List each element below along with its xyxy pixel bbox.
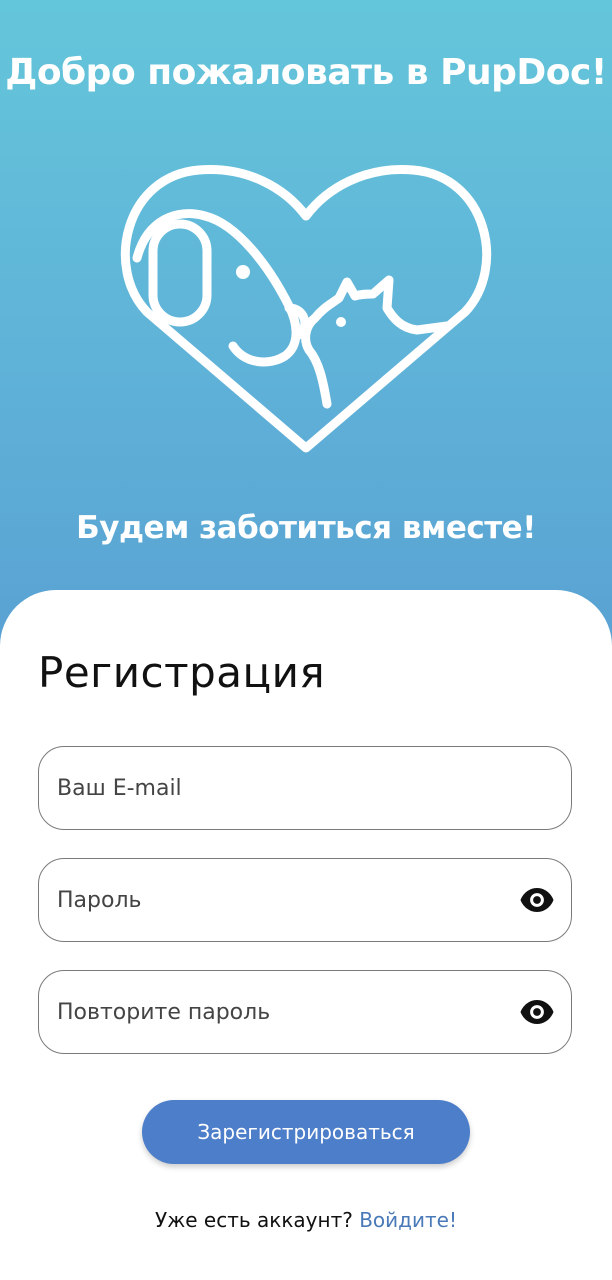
password-input[interactable] [57,859,497,941]
email-field[interactable] [38,746,572,830]
password-field[interactable] [38,858,572,942]
register-button[interactable]: Зарегистрироваться [142,1100,470,1164]
email-input[interactable] [57,747,497,829]
hero-banner: Добро пожаловать в PupDoc! Будем заботит… [0,0,612,660]
page-title: Регистрация [38,648,326,697]
repeat-password-field[interactable] [38,970,572,1054]
heart-dog-cat-icon [120,165,492,453]
tagline: Будем заботиться вместе! [76,510,536,546]
login-question: Уже есть аккаунт? [155,1208,353,1232]
eye-icon[interactable] [519,997,555,1027]
login-link[interactable]: Войдите! [359,1208,457,1232]
eye-icon[interactable] [519,885,555,915]
login-prompt: Уже есть аккаунт? Войдите! [0,1208,612,1232]
welcome-title: Добро пожаловать в PupDoc! [5,52,607,93]
repeat-password-input[interactable] [57,971,497,1053]
